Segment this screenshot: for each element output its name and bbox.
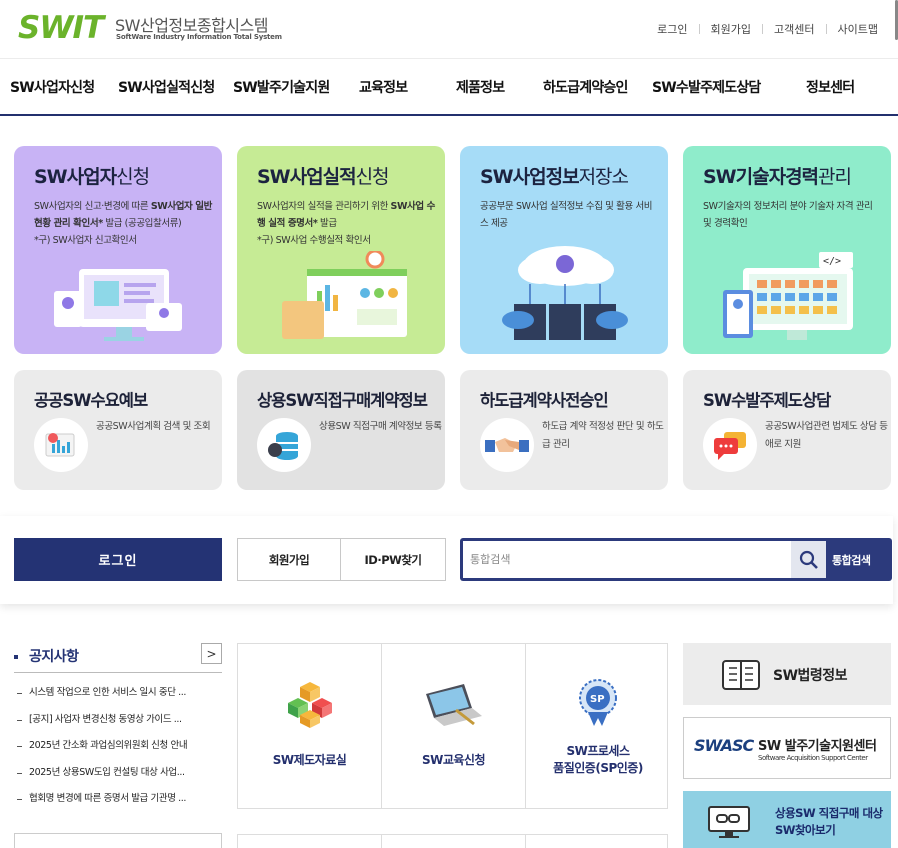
quick-sw-education-apply[interactable]: SW교육신청	[382, 644, 526, 808]
chat-bubble-icon	[703, 418, 757, 472]
banner-label: SW법령정보	[773, 668, 848, 684]
notice-header: 공지사항 >	[14, 643, 222, 673]
divider	[762, 24, 764, 34]
nav-info-center[interactable]: 정보센터	[806, 77, 855, 97]
cubes-icon	[288, 682, 332, 728]
monitor-illustration-icon	[54, 269, 182, 341]
join-button[interactable]: 회원가입	[237, 538, 341, 581]
util-support-link[interactable]: 고객센터	[774, 21, 814, 37]
nav-subcontract-approval[interactable]: 하도급계약승인	[543, 77, 628, 97]
banner-label: SW찾아보기	[775, 823, 836, 837]
search-input[interactable]	[463, 541, 791, 578]
bullet-icon	[14, 655, 18, 659]
dashboard-illustration-icon	[282, 251, 407, 339]
notice-more-button[interactable]: >	[201, 643, 222, 664]
divider	[825, 24, 827, 34]
card-sw-engineer-career[interactable]: SW기술자경력관리 SW기술자의 정보처리 분야 기술자 자격 관리 및 경력확…	[683, 146, 891, 354]
card-title: SW기술자경력관리	[703, 166, 852, 188]
utility-menu: 로그인 회원가입 고객센터 사이트맵	[657, 21, 878, 37]
card-title: 상용SW직접구매계약정보	[257, 391, 428, 410]
notice-item[interactable]: 2025년 상용SW도입 컨설팅 대상 사업...	[14, 760, 222, 787]
search-button[interactable]	[791, 541, 826, 578]
notice-item[interactable]: 시스템 작업으로 인한 서비스 일시 중단 ...	[14, 680, 222, 707]
card-title: SW사업실적신청	[257, 166, 390, 188]
card-subcontract-preapproval[interactable]: 하도급계약사전승인 하도급 계약 적정성 판단 및 하도급 관리	[460, 370, 668, 490]
quick-label: SW제도자료실	[272, 753, 347, 767]
banner-commercial-sw-search[interactable]: 상용SW 직접구매 대상 SW찾아보기	[683, 791, 891, 848]
card-desc: SW기술자의 정보처리 분야 기술자 자격 관리 및 경력확인	[703, 201, 873, 229]
card-order-consult[interactable]: SW수발주제도상담 공공SW사업관련 법제도 상담 등 애로 지원	[683, 370, 891, 490]
banner-label: 상용SW 직접구매 대상	[775, 806, 883, 820]
notice-item[interactable]: 2025년 간소화 과업심의위원회 신청 안내	[14, 733, 222, 760]
code-monitor-illustration-icon: </>	[723, 252, 853, 340]
search-icon	[799, 550, 818, 569]
notice-list: 시스템 작업으로 인한 서비스 일시 중단 ... [공지] 사업자 변경신청 …	[14, 680, 222, 813]
util-login-link[interactable]: 로그인	[657, 21, 687, 37]
login-button[interactable]: 로그인	[14, 538, 222, 581]
site-header: SWIT SW산업정보종합시스템 SoftWare Industry Infor…	[0, 0, 898, 58]
swit-logo[interactable]: SWIT	[18, 10, 104, 46]
card-sw-business-apply[interactable]: SW사업자신청 SW사업자의 신고·변경에 따른 SW사업자 일반 현황 관리 …	[14, 146, 222, 354]
logo-mark-text: SWIT	[18, 10, 104, 46]
notice-item[interactable]: 협회명 변경에 따른 증명서 발급 기관명 ...	[14, 786, 222, 813]
site-subtitle: SoftWare Industry Information Total Syst…	[116, 33, 282, 41]
find-id-pw-button[interactable]: ID·PW찾기	[340, 538, 446, 581]
nav-education[interactable]: 교육정보	[359, 77, 408, 97]
sp-badge-icon: SP	[579, 679, 617, 726]
card-title: 공공SW수요예보	[34, 391, 148, 410]
nav-order-consult[interactable]: SW수발주제도상담	[652, 77, 761, 97]
monitor-link-icon	[708, 806, 750, 838]
svg-text:</>: </>	[823, 256, 841, 267]
quick-sw-process-sp-cert[interactable]: SP SW프로세스 품질인증(SP인증)	[526, 644, 670, 808]
nav-sw-performance-apply[interactable]: SW사업실적신청	[118, 77, 215, 97]
svg-text:SP: SP	[590, 694, 605, 705]
util-join-link[interactable]: 회원가입	[711, 21, 751, 37]
integrated-search: 통합검색	[460, 538, 892, 581]
card-desc: SW사업자의 실적을 관리하기 위한 SW사업 수행 실적 증명서* 발급 *구)…	[257, 201, 435, 246]
chart-report-icon	[34, 418, 88, 472]
card-title: SW사업자신청	[34, 166, 150, 188]
main-nav: SW사업자신청 SW사업실적신청 SW발주기술지원 교육정보 제품정보 하도급계…	[0, 58, 898, 116]
card-desc: SW사업자의 신고·변경에 따른 SW사업자 일반 현황 관리 확인서* 발급 …	[34, 201, 212, 246]
notice-item[interactable]: [공지] 사업자 변경신청 동영상 가이드 ...	[14, 707, 222, 734]
quick-sw-regulation-library[interactable]: SW제도자료실	[238, 644, 382, 808]
banner-swasc[interactable]: SWASC SW 발주기술지원센터 Software Acquisition S…	[683, 717, 891, 779]
nav-sw-order-tech-support[interactable]: SW발주기술지원	[233, 77, 330, 97]
quick-links-grid-row2	[237, 834, 668, 848]
divider	[698, 24, 700, 34]
search-label[interactable]: 통합검색	[832, 552, 871, 568]
card-sw-info-repository[interactable]: SW사업정보저장소 공공부문 SW사업 실적정보 수집 및 활용 서비스 제공	[460, 146, 668, 354]
nav-products[interactable]: 제품정보	[456, 77, 505, 97]
card-sw-performance-apply[interactable]: SW사업실적신청 SW사업자의 실적을 관리하기 위한 SW사업 수행 실적 증…	[237, 146, 445, 354]
swasc-logo: SWASC	[694, 736, 754, 755]
nav-sw-business-apply[interactable]: SW사업자신청	[10, 77, 95, 97]
card-title: SW사업정보저장소	[480, 166, 629, 188]
divider	[381, 835, 382, 848]
card-desc: 공공SW사업관련 법제도 상담 등 애로 지원	[765, 421, 888, 450]
handshake-icon	[480, 418, 534, 472]
card-desc: 공공부문 SW사업 실적정보 수집 및 활용 서비스 제공	[480, 201, 653, 229]
database-icon	[257, 418, 311, 472]
quick-links-grid: SW제도자료실 SW교육신청 SP SW프로세스 품질인증(SP인증)	[237, 643, 668, 809]
card-desc: 하도급 계약 적정성 판단 및 하도급 관리	[542, 421, 664, 450]
cloud-server-illustration-icon	[502, 246, 628, 340]
law-book-icon	[722, 660, 760, 690]
login-search-band: 로그인 회원가입 ID·PW찾기 통합검색	[0, 516, 893, 604]
notice-title: 공지사항	[29, 649, 79, 665]
card-public-sw-demand[interactable]: 공공SW수요예보 공공SW사업계획 검색 및 조회	[14, 370, 222, 490]
quick-label: SW프로세스 품질인증(SP인증)	[553, 744, 643, 775]
banner-sublabel: Software Acquisition Support Center	[758, 754, 868, 762]
card-desc: 상용SW 직접구매 계약정보 등록	[319, 421, 442, 432]
util-sitemap-link[interactable]: 사이트맵	[838, 21, 878, 37]
banner-label: SW 발주기술지원센터	[758, 739, 877, 754]
divider	[525, 835, 526, 848]
card-title: SW수발주제도상담	[703, 391, 831, 410]
card-commercial-sw-contract[interactable]: 상용SW직접구매계약정보 상용SW 직접구매 계약정보 등록	[237, 370, 445, 490]
card-title: 하도급계약사전승인	[480, 391, 609, 410]
quick-label: SW교육신청	[421, 753, 486, 767]
card-desc: 공공SW사업계획 검색 및 조회	[96, 421, 211, 432]
banner-sw-law-info[interactable]: SW법령정보	[683, 643, 891, 705]
laptop-icon	[426, 684, 482, 726]
secondary-panel	[14, 833, 222, 848]
